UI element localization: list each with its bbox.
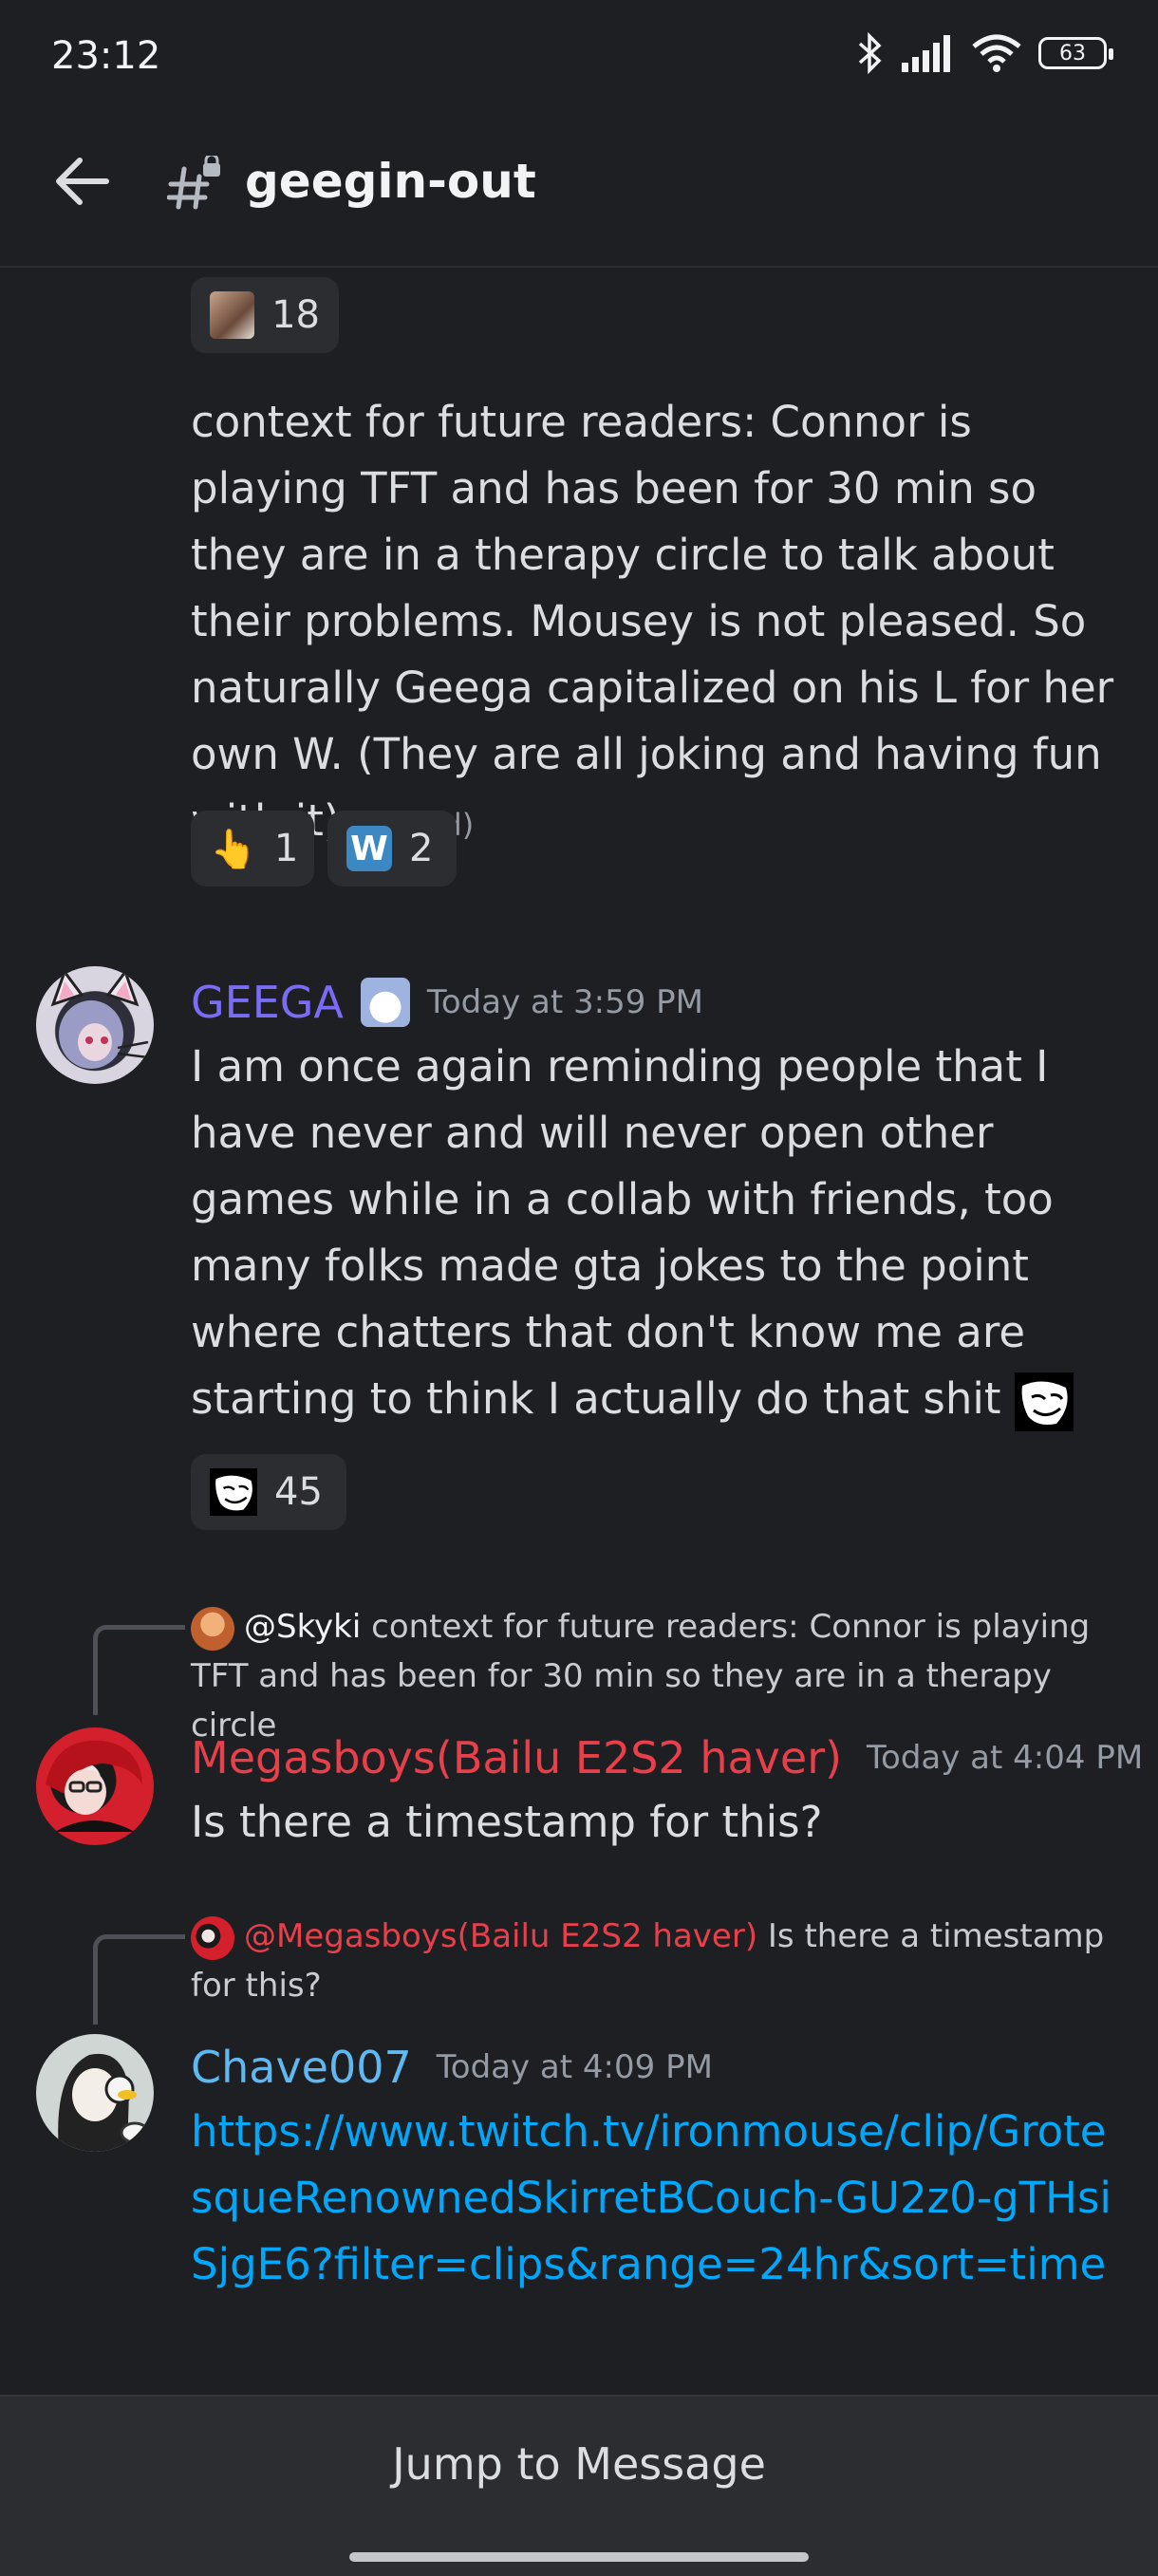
reply-mention: @Skyki (244, 1608, 362, 1646)
jump-to-message-bar: Jump to Message (0, 2395, 1158, 2576)
penguin-avatar-art-icon (58, 2053, 150, 2152)
signal-icon (902, 35, 950, 72)
timestamp: Today at 4:04 PM (867, 1739, 1144, 1777)
message-content: context for future readers: Connor is pl… (191, 389, 1121, 858)
message-content: https://www.twitch.tv/ironmouse/clip/Gro… (191, 2099, 1121, 2298)
locked-channel-hash-icon (167, 156, 220, 210)
red-hair-avatar-art-icon (46, 1740, 142, 1832)
reaction-chip[interactable]: W 2 (327, 811, 457, 887)
username[interactable]: GEEGA (191, 977, 344, 1028)
message-content: Is there a timestamp for this? (191, 1789, 1121, 1856)
clock: 23:12 (51, 34, 161, 78)
message-header: Megasboys(Bailu E2S2 haver) Today at 4:0… (191, 1725, 1143, 1791)
message-link[interactable]: https://www.twitch.tv/ironmouse/clip/Gro… (191, 2106, 1111, 2289)
message-header: GEEGA Today at 3:59 PM (191, 969, 703, 1036)
status-bar: 23:12 63 (0, 0, 1158, 114)
battery-indicator: 63 (1038, 37, 1113, 69)
message-content: I am once again reminding people that I … (191, 1034, 1121, 1432)
reaction-count: 18 (271, 293, 320, 337)
status-icons: 63 (856, 32, 1113, 74)
username[interactable]: Chave007 (191, 2042, 412, 2093)
w-emoji-icon: W (346, 826, 392, 871)
troll-face-emoji-icon (1014, 1372, 1074, 1431)
message-text: Is there a timestamp for this? (191, 1797, 823, 1847)
message-header: Chave007 Today at 4:09 PM (191, 2034, 713, 2100)
bluetooth-icon (858, 32, 882, 74)
username[interactable]: Megasboys(Bailu E2S2 haver) (191, 1732, 842, 1783)
reply-mention: @Megasboys(Bailu E2S2 haver) (244, 1917, 758, 1955)
reply-avatar (191, 1915, 234, 1960)
message-text: I am once again reminding people that I … (191, 1041, 1054, 1424)
pointing-hand-emoji-icon: 👆 (210, 827, 257, 871)
cat-ear-avatar-art-icon (50, 968, 149, 1069)
timestamp: Today at 3:59 PM (426, 983, 703, 1021)
battery-level: 63 (1059, 41, 1086, 65)
face-emoji-icon (210, 291, 255, 339)
avatar[interactable] (36, 966, 154, 1084)
message-text: context for future readers: Connor is pl… (191, 397, 1114, 846)
reply-preview[interactable]: @Megasboys(Bailu E2S2 haver) Is there a … (191, 1912, 1121, 2010)
reaction-chip[interactable]: 18 (191, 277, 339, 353)
avatar[interactable] (36, 2034, 154, 2152)
reaction-chip[interactable]: 👆 1 (191, 811, 314, 887)
reply-connector (93, 1934, 185, 2025)
back-arrow-icon[interactable] (49, 148, 116, 215)
reaction-count: 2 (409, 827, 434, 870)
channel-header: geegin-out (0, 114, 1158, 268)
channel-name: geegin-out (245, 154, 536, 209)
home-indicator[interactable] (349, 2552, 809, 2562)
reaction-count: 1 (273, 827, 299, 870)
wifi-icon (972, 34, 1021, 72)
avatar[interactable] (36, 1727, 154, 1845)
clown-badge-icon (360, 978, 410, 1027)
troll-face-emoji-icon (210, 1468, 257, 1516)
reply-avatar (191, 1606, 234, 1651)
reaction-chip[interactable]: 45 (191, 1454, 346, 1530)
reaction-count: 45 (274, 1470, 323, 1514)
jump-to-message-button[interactable]: Jump to Message (0, 2438, 1158, 2490)
timestamp: Today at 4:09 PM (436, 2048, 713, 2086)
reply-connector (93, 1625, 185, 1715)
